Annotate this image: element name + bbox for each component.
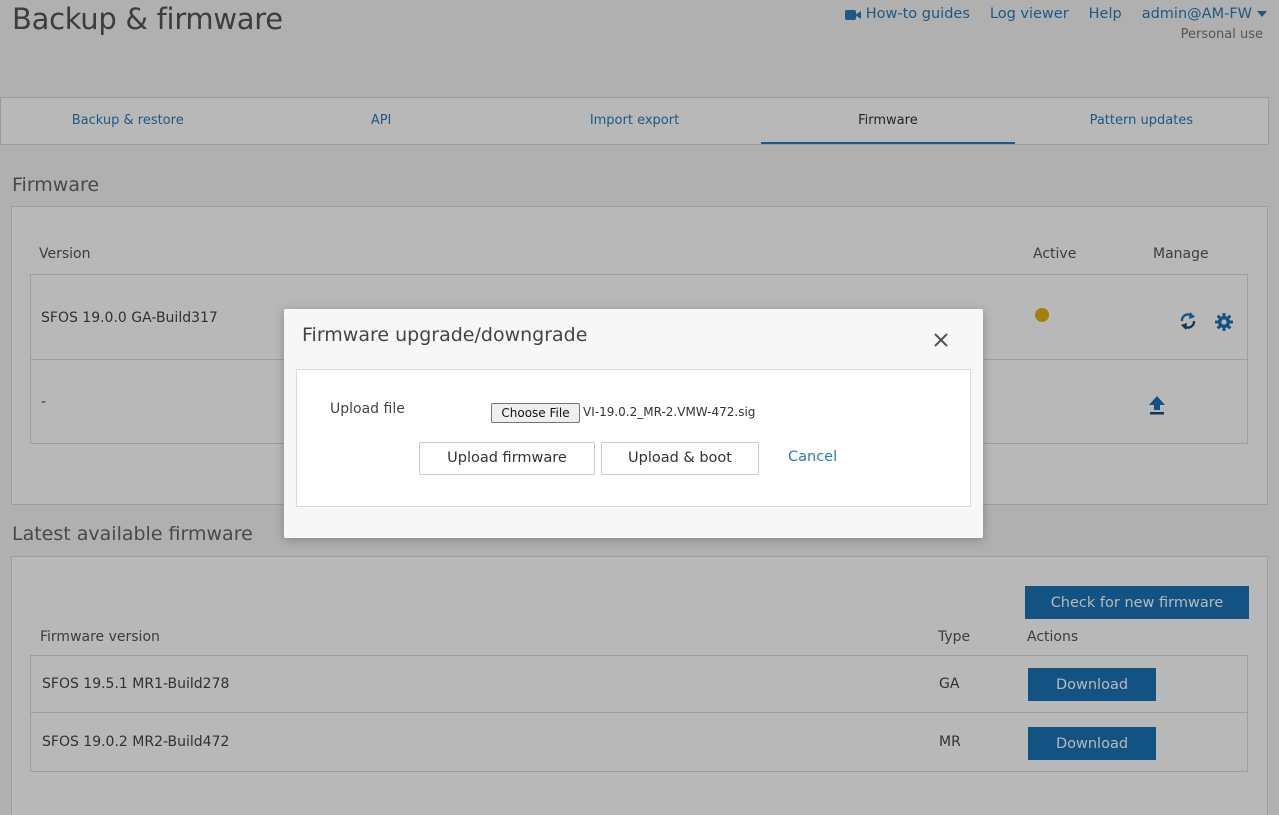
firmware-upgrade-dialog: Firmware upgrade/downgrade Upload file C… bbox=[284, 309, 983, 538]
cancel-link[interactable]: Cancel bbox=[788, 449, 837, 465]
upload-firmware-button[interactable]: Upload firmware bbox=[419, 442, 595, 475]
dialog-body: Upload file Choose File VI-19.0.2_MR-2.V… bbox=[296, 369, 971, 507]
dialog-title: Firmware upgrade/downgrade bbox=[302, 324, 588, 346]
selected-file-name: VI-19.0.2_MR-2.VMW-472.sig bbox=[583, 405, 756, 419]
choose-file-button[interactable]: Choose File bbox=[491, 403, 580, 423]
upload-file-label: Upload file bbox=[330, 401, 405, 417]
upload-boot-button[interactable]: Upload & boot bbox=[601, 442, 759, 475]
close-icon[interactable] bbox=[932, 331, 950, 349]
